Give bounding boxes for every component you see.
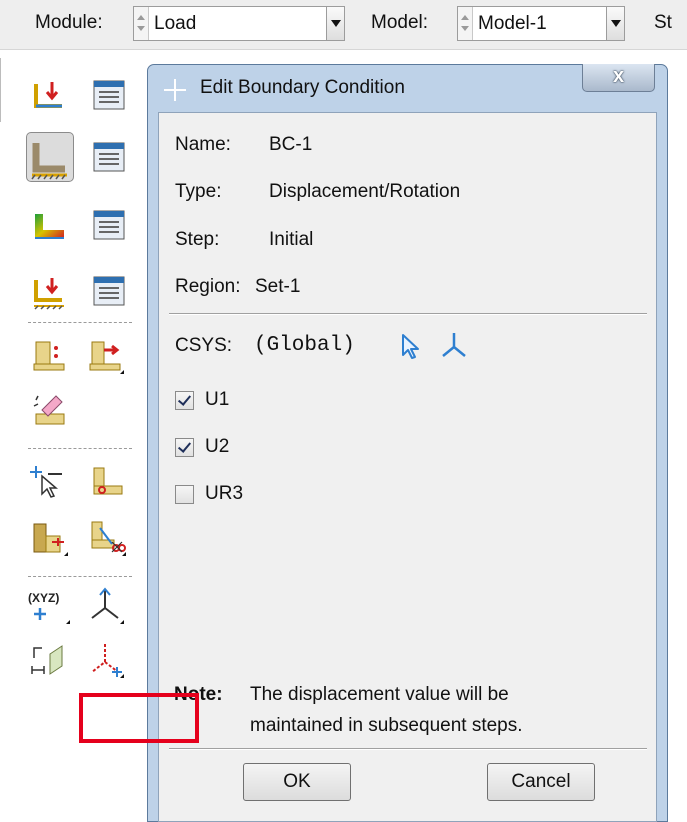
csys-label: CSYS: [175, 335, 233, 356]
module-spinner-icon[interactable] [134, 7, 149, 40]
cut-icon[interactable] [88, 518, 126, 556]
dialog-body: Name: BC-1 Type: Displacement/Rotation S… [158, 112, 657, 822]
toolbox-separator [28, 576, 132, 577]
special-manager-icon[interactable] [86, 336, 124, 374]
create-boundary-condition-icon[interactable] [26, 132, 74, 182]
abaqus-crosshair-icon [164, 79, 186, 101]
region-label: Region: [175, 276, 241, 297]
module-toolbar: Module: Load Model: Model-1 St [0, 0, 687, 50]
step-label: Step: [175, 229, 220, 250]
cancel-button[interactable]: Cancel [487, 763, 595, 801]
u2-checkbox[interactable] [175, 438, 194, 457]
svg-text:(XYZ): (XYZ) [28, 591, 59, 605]
toolbox-separator [28, 322, 132, 323]
note-line-2: maintained in subsequent steps. [250, 715, 523, 736]
u1-label: U1 [205, 389, 230, 410]
create-load-icon[interactable] [30, 76, 68, 114]
model-dropdown-icon[interactable] [606, 7, 624, 40]
step-label: St [654, 12, 672, 33]
step-value: Initial [269, 229, 314, 250]
module-label: Module: [35, 12, 103, 33]
datum-csys-icon[interactable] [86, 640, 124, 678]
csys-value: (Global) [254, 334, 355, 357]
model-label: Model: [371, 12, 429, 33]
name-value: BC-1 [269, 134, 313, 155]
separator [169, 748, 647, 750]
model-spinner-icon[interactable] [458, 7, 473, 40]
type-label: Type: [175, 181, 222, 202]
create-csys-icon[interactable] [439, 330, 469, 360]
region-value: Set-1 [255, 276, 301, 297]
ur3-checkbox[interactable] [175, 485, 194, 504]
toolbox-separator [28, 448, 132, 449]
dialog-title: Edit Boundary Condition [200, 77, 405, 98]
toolbox-divider [0, 58, 1, 122]
eraser-icon[interactable] [30, 390, 68, 428]
ok-button-highlight [79, 693, 199, 743]
select-point-icon[interactable] [28, 462, 66, 500]
datum-axis-icon[interactable] [86, 586, 124, 624]
load-case-manager-icon[interactable] [90, 272, 128, 310]
close-button[interactable]: x [582, 64, 655, 92]
module-value: Load [154, 13, 197, 34]
note-line-1: The displacement value will be [250, 684, 509, 705]
model-combo[interactable]: Model-1 [457, 6, 625, 41]
u2-label: U2 [205, 436, 230, 457]
predefined-field-manager-icon[interactable] [90, 206, 128, 244]
select-csys-arrow-icon[interactable] [399, 331, 425, 361]
boundary-condition-manager-icon[interactable] [90, 138, 128, 176]
create-load-case-icon[interactable] [30, 272, 68, 310]
datum-plane-icon[interactable] [28, 640, 66, 678]
ok-button[interactable]: OK [243, 763, 351, 801]
partition-icon[interactable] [88, 462, 126, 500]
type-value: Displacement/Rotation [269, 181, 461, 202]
separator [169, 313, 647, 315]
edit-boundary-condition-dialog: Edit Boundary Condition x Name: BC-1 Typ… [147, 64, 668, 822]
ur3-label: UR3 [205, 483, 244, 504]
model-value: Model-1 [478, 13, 547, 34]
create-special-icon[interactable] [30, 336, 68, 374]
module-dropdown-icon[interactable] [326, 7, 344, 40]
datum-point-icon[interactable]: (XYZ) [26, 586, 70, 624]
name-label: Name: [175, 134, 231, 155]
u1-checkbox[interactable] [175, 391, 194, 410]
create-predefined-field-icon[interactable] [30, 206, 68, 244]
module-combo[interactable]: Load [133, 6, 345, 41]
extrude-icon[interactable] [30, 518, 68, 556]
load-manager-icon[interactable] [90, 76, 128, 114]
